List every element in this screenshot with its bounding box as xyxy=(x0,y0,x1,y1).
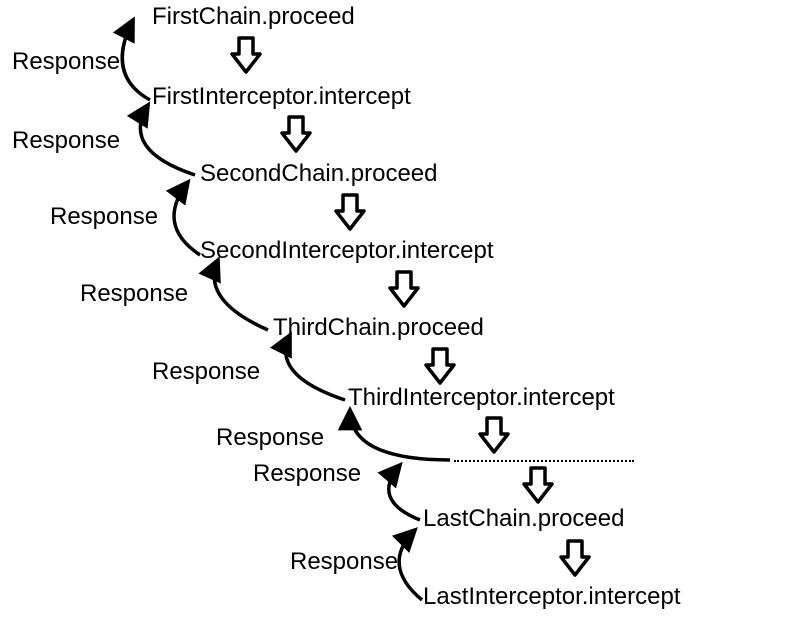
response-arrow xyxy=(286,335,345,400)
response-arrow xyxy=(122,20,150,100)
down-arrow-icon xyxy=(524,468,552,502)
node-last-interceptor-intercept: LastInterceptor.intercept xyxy=(423,583,680,611)
response-label-6: Response xyxy=(216,424,324,452)
response-arrow xyxy=(389,465,420,520)
response-arrow xyxy=(350,410,450,460)
down-arrow-icon xyxy=(336,195,364,229)
response-label-4: Response xyxy=(80,280,188,308)
down-arrow-icon xyxy=(480,418,508,452)
response-label-8: Response xyxy=(290,548,398,576)
node-first-chain-proceed: FirstChain.proceed xyxy=(152,3,355,31)
response-arrow xyxy=(214,260,268,330)
node-third-chain-proceed: ThirdChain.proceed xyxy=(273,314,484,342)
down-arrow-icon xyxy=(426,349,454,383)
node-second-interceptor-intercept: SecondInterceptor.intercept xyxy=(200,237,494,265)
down-arrow-icon xyxy=(232,38,260,72)
response-label-1: Response xyxy=(12,48,120,76)
response-arrow xyxy=(399,530,422,600)
node-second-chain-proceed: SecondChain.proceed xyxy=(200,160,438,188)
response-label-2: Response xyxy=(12,127,120,155)
down-arrow-icon xyxy=(390,272,418,306)
response-label-5: Response xyxy=(152,358,260,386)
response-arrow xyxy=(140,105,195,175)
ellipsis-line xyxy=(454,460,634,462)
response-label-3: Response xyxy=(50,203,158,231)
response-arrow xyxy=(174,182,200,255)
down-arrow-icon xyxy=(282,117,310,151)
node-third-interceptor-intercept: ThirdInterceptor.intercept xyxy=(348,384,615,412)
node-first-interceptor-intercept: FirstInterceptor.intercept xyxy=(152,83,411,111)
node-last-chain-proceed: LastChain.proceed xyxy=(423,505,624,533)
response-label-7: Response xyxy=(253,460,361,488)
down-arrow-icon xyxy=(561,541,589,575)
